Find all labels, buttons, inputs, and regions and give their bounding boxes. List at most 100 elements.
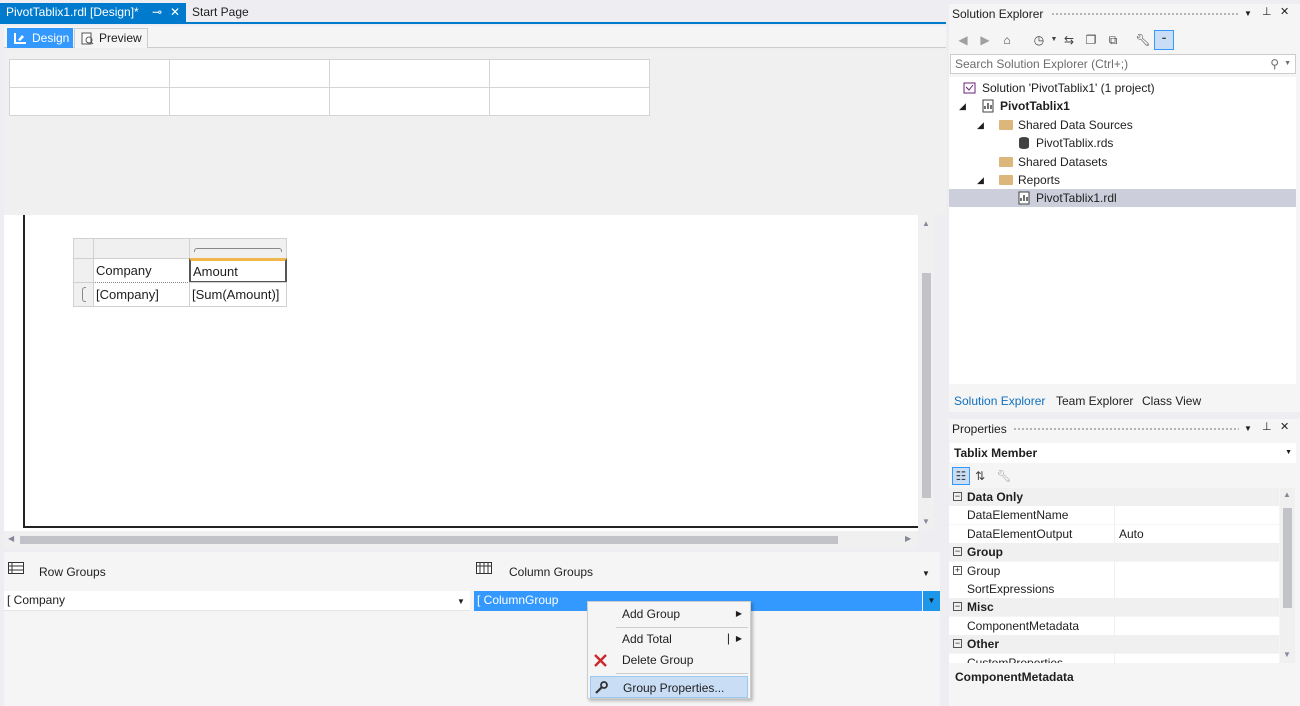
preview-button[interactable]: Preview <box>74 28 148 48</box>
report-header-area[interactable] <box>4 49 946 215</box>
categorized-icon[interactable]: ☷ <box>952 467 970 485</box>
tree-item-shared-datasets[interactable]: Shared Datasets <box>949 153 1296 171</box>
tablix-cell-amount-header[interactable]: Amount <box>189 258 287 283</box>
tablix-cell-company-header[interactable]: Company <box>93 258 190 283</box>
object-selector[interactable]: Tablix Member ▼ <box>950 443 1296 463</box>
scroll-up-icon[interactable]: ▲ <box>1283 490 1291 499</box>
search-input[interactable]: Search Solution Explorer (Ctrl+;) ⚲ ▼ <box>950 54 1296 74</box>
header-cell[interactable] <box>169 59 330 88</box>
close-icon[interactable]: ✕ <box>170 3 180 22</box>
property-row[interactable]: CustomProperties <box>949 654 1279 663</box>
scroll-right-icon[interactable]: ▶ <box>905 534 911 543</box>
pin-icon[interactable]: ⊥ <box>1262 420 1272 433</box>
properties-scrollbar[interactable]: ▲ ▼ <box>1280 488 1295 663</box>
scrollbar-thumb[interactable] <box>20 536 838 544</box>
tree-item-reports[interactable]: ◢ Reports <box>949 171 1296 189</box>
close-icon[interactable]: ✕ <box>1280 420 1289 433</box>
tablix-cell-company-data[interactable]: [Company] <box>93 282 190 307</box>
category-other[interactable]: − Other <box>949 635 1279 653</box>
chevron-down-icon[interactable]: ▼ <box>457 592 465 611</box>
tree-item-project[interactable]: ◢ PivotTablix1 <box>949 97 1296 115</box>
scroll-down-icon[interactable]: ▼ <box>922 517 930 526</box>
pin-icon[interactable]: ⊸ <box>152 3 162 22</box>
expanded-arrow-icon[interactable]: ◢ <box>959 97 966 115</box>
tab-class-view[interactable]: Class View <box>1142 394 1201 408</box>
expand-icon[interactable]: + <box>953 566 962 575</box>
property-pages-icon[interactable]: 🔧︎ <box>996 468 1012 484</box>
header-cell[interactable] <box>489 87 650 116</box>
collapse-icon[interactable]: − <box>953 639 962 648</box>
chevron-down-icon[interactable]: ▼ <box>922 569 930 578</box>
history-icon[interactable]: ◷ <box>1031 32 1047 48</box>
header-cell[interactable] <box>329 59 490 88</box>
tab-team-explorer[interactable]: Team Explorer <box>1056 394 1133 408</box>
menu-item-group-properties[interactable]: Group Properties... <box>590 676 748 698</box>
scroll-left-icon[interactable]: ◀ <box>8 534 14 543</box>
design-button[interactable]: Design <box>7 28 73 48</box>
close-icon[interactable]: ✕ <box>1280 5 1289 18</box>
chevron-down-icon[interactable]: ▼ <box>1284 55 1291 73</box>
row-group-company[interactable]: [ Company ▼ <box>4 591 470 611</box>
chevron-down-icon[interactable]: ▼ <box>1285 443 1292 463</box>
property-row[interactable]: DataElementName <box>949 506 1279 524</box>
menu-item-add-total[interactable]: Add Total | ▶ <box>590 628 748 650</box>
tablix-corner-handle[interactable] <box>73 238 94 259</box>
tree-item-data-source[interactable]: PivotTablix.rds <box>949 134 1296 152</box>
category-misc[interactable]: − Misc <box>949 598 1279 616</box>
expanded-arrow-icon[interactable]: ◢ <box>977 171 984 189</box>
forward-icon[interactable]: ▶ <box>977 32 993 48</box>
properties-wrench-icon[interactable]: 🔧︎ <box>1135 32 1151 48</box>
scrollbar-thumb[interactable] <box>1283 508 1292 608</box>
header-cell[interactable] <box>329 87 490 116</box>
row-handle[interactable] <box>73 258 94 283</box>
back-icon[interactable]: ◀ <box>955 32 971 48</box>
property-row[interactable]: DataElementOutput Auto <box>949 525 1279 543</box>
canvas-vertical-scrollbar[interactable]: ▲ ▼ <box>919 215 934 531</box>
header-cell[interactable] <box>9 87 170 116</box>
column-handle[interactable] <box>93 238 190 259</box>
tree-item-shared-data-sources[interactable]: ◢ Shared Data Sources <box>949 116 1296 134</box>
property-row[interactable]: + Group <box>949 562 1279 580</box>
expanded-arrow-icon[interactable]: ◢ <box>977 116 984 134</box>
collapse-icon[interactable]: − <box>953 602 962 611</box>
tree-item-solution[interactable]: Solution 'PivotTablix1' (1 project) <box>949 79 1296 97</box>
tab-pivottablix-design[interactable]: PivotTablix1.rdl [Design]* ⊸ ✕ <box>0 3 186 24</box>
header-table[interactable] <box>9 59 650 116</box>
chevron-down-icon[interactable]: ▼ <box>1244 424 1252 433</box>
row-group-handle[interactable] <box>73 282 94 307</box>
alphabetical-icon[interactable]: ⇅ <box>972 468 988 484</box>
canvas-horizontal-scrollbar[interactable]: ◀ ▶ <box>4 531 918 548</box>
tablix-cell-amount-data[interactable]: [Sum(Amount)] <box>189 282 287 307</box>
chevron-down-icon[interactable]: ▼ <box>922 591 940 611</box>
collapse-icon[interactable]: − <box>953 547 962 556</box>
preview-selected-icon[interactable]: ⁃ <box>1154 30 1174 50</box>
chevron-down-icon[interactable]: ▼ <box>1046 32 1062 48</box>
panel-grip[interactable] <box>1051 12 1239 17</box>
property-row[interactable]: ComponentMetadata <box>949 617 1279 635</box>
copy-icon[interactable]: ⧉ <box>1105 32 1121 48</box>
category-group[interactable]: − Group <box>949 543 1279 561</box>
category-data-only[interactable]: − Data Only <box>949 488 1279 506</box>
menu-item-add-group[interactable]: Add Group ▶ <box>590 603 748 625</box>
scrollbar-thumb[interactable] <box>922 273 931 498</box>
collapse-all-icon[interactable]: ❐ <box>1083 32 1099 48</box>
sync-icon[interactable]: ⇆ <box>1061 32 1077 48</box>
chevron-down-icon[interactable]: ▼ <box>1244 9 1252 18</box>
collapse-icon[interactable]: − <box>953 492 962 501</box>
property-value[interactable]: Auto <box>1119 525 1144 543</box>
search-icon[interactable]: ⚲ <box>1270 55 1279 73</box>
tab-start-page[interactable]: Start Page <box>186 3 266 24</box>
tab-solution-explorer[interactable]: Solution Explorer <box>954 394 1045 408</box>
column-group-handle[interactable] <box>189 238 287 259</box>
header-cell[interactable] <box>489 59 650 88</box>
home-icon[interactable]: ⌂ <box>999 32 1015 48</box>
property-row[interactable]: SortExpressions <box>949 580 1279 598</box>
report-body-canvas[interactable]: Company Amount [Company] [Sum(Amount)] <box>4 215 918 531</box>
header-cell[interactable] <box>169 87 330 116</box>
tree-item-report[interactable]: PivotTablix1.rdl <box>949 189 1296 207</box>
scroll-up-icon[interactable]: ▲ <box>922 219 930 228</box>
scroll-down-icon[interactable]: ▼ <box>1283 650 1291 659</box>
menu-item-delete-group[interactable]: Delete Group <box>590 649 748 671</box>
panel-grip[interactable] <box>1013 427 1239 432</box>
header-cell[interactable] <box>9 59 170 88</box>
